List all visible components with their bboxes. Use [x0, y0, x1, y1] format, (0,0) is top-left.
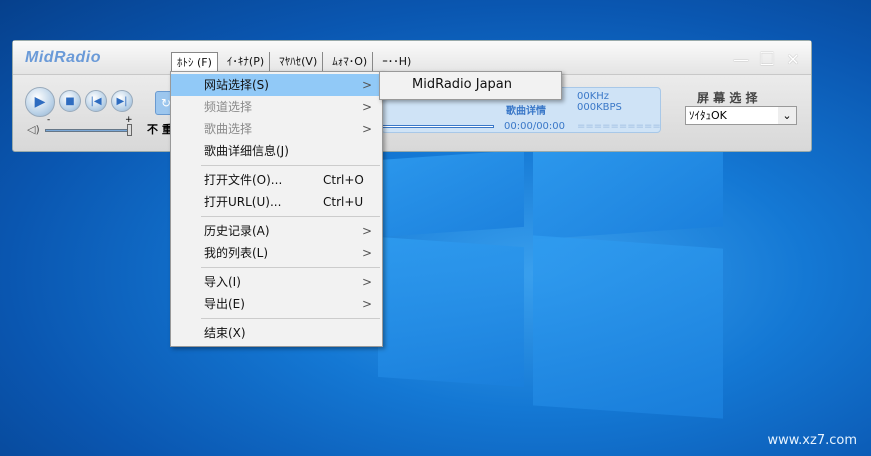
watermark: www.xz7.com	[767, 433, 857, 448]
desktop-logo-pane	[378, 236, 524, 388]
menu-play[interactable]: ｲ･ｷﾅ(P)	[222, 52, 271, 72]
chevron-right-icon: >	[361, 78, 372, 92]
previous-icon: |◀	[90, 95, 102, 107]
menu-item-open-file[interactable]: 打开文件(O)... Ctrl+O	[171, 169, 382, 191]
submenu-item-midradio-japan[interactable]: MidRadio Japan	[380, 72, 561, 98]
menu-item-my-list[interactable]: 我的列表(L) >	[171, 242, 382, 264]
stop-icon: ■	[65, 95, 75, 107]
song-detail-label[interactable]: 歌曲详情	[506, 102, 546, 117]
menu-separator	[201, 318, 380, 319]
minimize-button[interactable]: —	[733, 52, 749, 68]
chevron-right-icon: >	[361, 275, 372, 289]
volume-icon: ◁)	[27, 123, 40, 136]
repeat-mode-label: 不 重	[147, 123, 173, 136]
menu-bar: ﾎﾄｼ (F) ｲ･ｷﾅ(P) ﾏﾔﾊｾ(V) ﾑｫﾏ･O) ｰ･･H)	[171, 52, 420, 72]
app-logo: MidRadio	[25, 49, 101, 66]
volume-slider[interactable]	[45, 129, 131, 132]
khz-display: 00KHz	[577, 91, 610, 102]
previous-button[interactable]: |◀	[85, 90, 107, 112]
menu-file[interactable]: ﾎﾄｼ (F)	[171, 52, 218, 72]
desktop-logo-pane	[533, 235, 723, 419]
screen-select-dropdown[interactable]: ｿｲﾀｭOK ⌄	[685, 106, 797, 125]
chevron-right-icon: >	[361, 122, 372, 136]
menu-view[interactable]: ﾏﾔﾊｾ(V)	[274, 52, 324, 72]
menu-item-channel-select: 频道选择 >	[171, 96, 382, 118]
play-icon: ▶	[34, 94, 46, 110]
progress-bar[interactable]	[382, 125, 494, 128]
kbps-display: 000KBPS	[577, 102, 622, 113]
maximize-button[interactable]: ☐	[759, 51, 775, 69]
menu-item-history[interactable]: 历史记录(A) >	[171, 220, 382, 242]
menu-item-export[interactable]: 导出(E) >	[171, 293, 382, 315]
next-button[interactable]: ▶|	[111, 90, 133, 112]
screen-select-value: ｿｲﾀｭOK	[689, 109, 727, 122]
menu-item-site-select[interactable]: 网站选择(S) >	[171, 74, 382, 96]
site-submenu: MidRadio Japan	[379, 71, 562, 100]
chevron-right-icon: >	[361, 246, 372, 260]
stop-button[interactable]: ■	[59, 90, 81, 112]
chevron-right-icon: >	[361, 297, 372, 311]
menu-item-song-details[interactable]: 歌曲详细信息(J)	[171, 140, 382, 162]
volume-min-label: -	[47, 115, 51, 125]
menu-item-exit[interactable]: 结束(X)	[171, 322, 382, 344]
volume-slider-thumb[interactable]	[127, 124, 132, 136]
menu-item-open-url[interactable]: 打开URL(U)... Ctrl+U	[171, 191, 382, 213]
menu-separator	[201, 165, 380, 166]
desktop-logo-pane	[378, 149, 524, 238]
close-button[interactable]: ✕	[785, 52, 801, 68]
eq-display: ==========	[577, 121, 661, 132]
next-icon: ▶|	[116, 95, 128, 107]
chevron-down-icon: ⌄	[778, 107, 796, 124]
play-button[interactable]: ▶	[25, 87, 55, 117]
title-bar[interactable]: MidRadio ﾎﾄｼ (F) ｲ･ｷﾅ(P) ﾏﾔﾊｾ(V) ﾑｫﾏ･O) …	[13, 41, 811, 75]
menu-separator	[201, 267, 380, 268]
menu-options[interactable]: ﾑｫﾏ･O)	[327, 52, 374, 72]
menu-help[interactable]: ｰ･･H)	[377, 52, 416, 72]
time-display: 00:00/00:00	[504, 121, 566, 132]
menu-item-song-select: 歌曲选择 >	[171, 118, 382, 140]
file-menu: 网站选择(S) > 频道选择 > 歌曲选择 > 歌曲详细信息(J) 打开文件(O)..…	[170, 71, 383, 347]
chevron-right-icon: >	[361, 100, 372, 114]
menu-item-import[interactable]: 导入(I) >	[171, 271, 382, 293]
screen-select-label: 屏 幕 选 择	[697, 91, 758, 105]
menu-separator	[201, 216, 380, 217]
chevron-right-icon: >	[361, 224, 372, 238]
desktop-logo-pane	[533, 138, 723, 240]
